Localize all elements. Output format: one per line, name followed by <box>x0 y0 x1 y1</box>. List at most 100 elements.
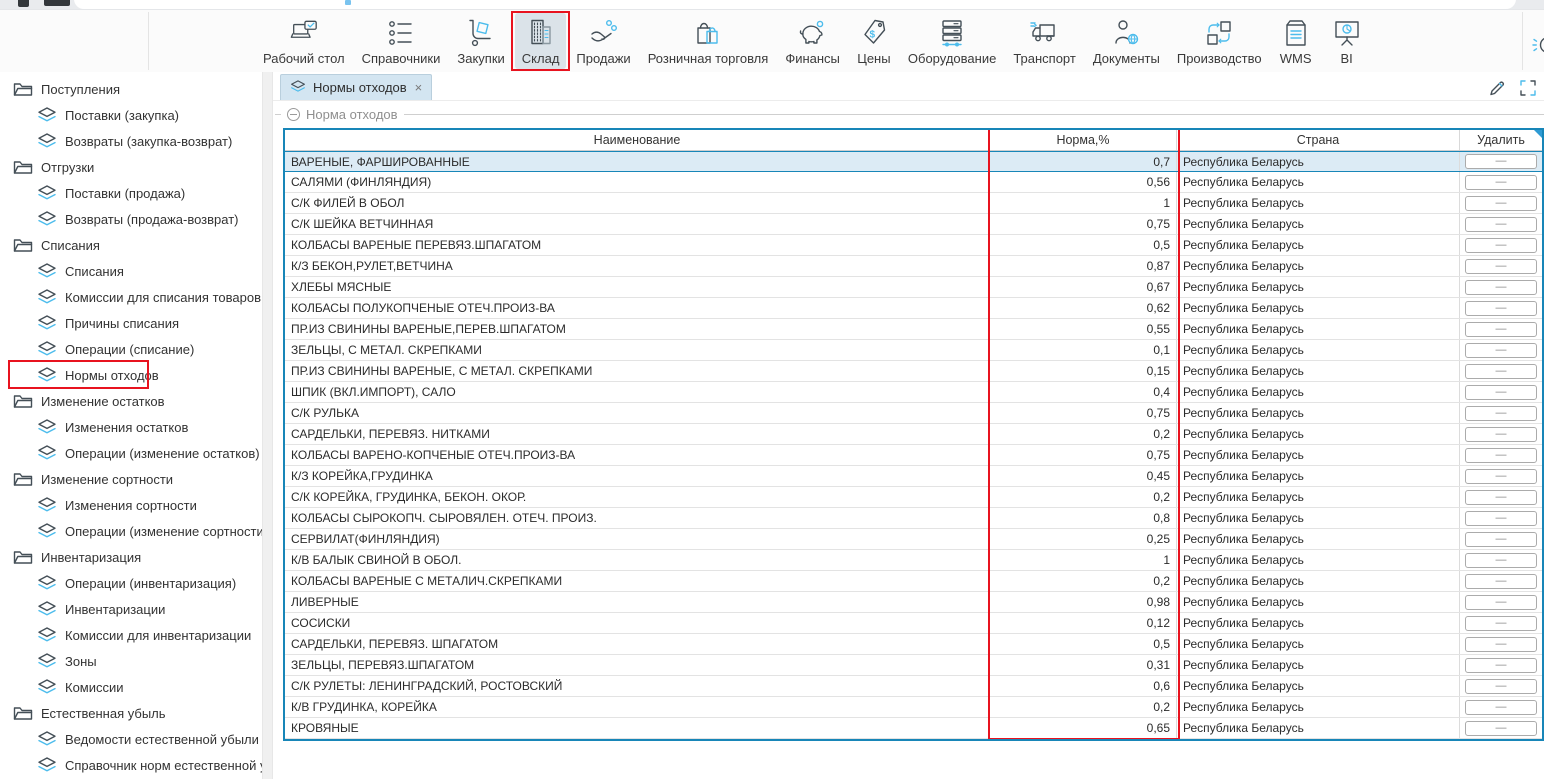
sidebar-item[interactable]: Отгрузки <box>0 154 262 180</box>
sidebar-item[interactable]: Ведомости естественной убыли <box>0 726 262 752</box>
table-row[interactable]: ХЛЕБЫ МЯСНЫЕ 0,67 Республика Беларусь — <box>285 277 1542 298</box>
sidebar-item[interactable]: Зоны <box>0 648 262 674</box>
table-row[interactable]: С/К ФИЛЕЙ В ОБОЛ 1 Республика Беларусь — <box>285 193 1542 214</box>
table-row[interactable]: С/К КОРЕЙКА, ГРУДИНКА, БЕКОН. ОКОР. 0,2 … <box>285 487 1542 508</box>
table-row[interactable]: САРДЕЛЬКИ, ПЕРЕВЯЗ. ШПАГАТОМ 0,5 Республ… <box>285 634 1542 655</box>
column-header-name[interactable]: Наименование <box>285 130 990 150</box>
sidebar-item[interactable]: Причины списания <box>0 310 262 336</box>
table-row[interactable]: С/К РУЛЬКА 0,75 Республика Беларусь — <box>285 403 1542 424</box>
table-row[interactable]: К/З БЕКОН,РУЛЕТ,ВЕТЧИНА 0,87 Республика … <box>285 256 1542 277</box>
toolbar-item-references[interactable]: Справочники <box>355 13 448 69</box>
table-row[interactable]: ЗЕЛЬЦЫ, С МЕТАЛ. СКРЕПКАМИ 0,1 Республик… <box>285 340 1542 361</box>
sidebar-item[interactable]: Изменение остатков <box>0 388 262 414</box>
fullscreen-expand-icon[interactable] <box>1519 79 1537 102</box>
tab-waste-norms[interactable]: Нормы отходов × <box>280 74 432 100</box>
table-row[interactable]: КОЛБАСЫ ВАРЕНО-КОПЧЕНЫЕ ОТЕЧ.ПРОИЗ-ВА 0,… <box>285 445 1542 466</box>
delete-row-button[interactable]: — <box>1465 721 1537 736</box>
sidebar-item[interactable]: Поступления <box>0 76 262 102</box>
sidebar-splitter[interactable] <box>262 72 273 779</box>
delete-row-button[interactable]: — <box>1465 196 1537 211</box>
column-header-norm[interactable]: Норма,% <box>990 130 1177 150</box>
toolbar-edge-button[interactable] <box>1531 32 1544 60</box>
delete-row-button[interactable]: — <box>1465 427 1537 442</box>
sidebar-item[interactable]: Инвентаризация <box>0 544 262 570</box>
sidebar-item[interactable]: Поставки (продажа) <box>0 180 262 206</box>
toolbar-item-warehouse[interactable]: Склад <box>515 13 567 69</box>
table-row[interactable]: К/В ГРУДИНКА, КОРЕЙКА 0,2 Республика Бел… <box>285 697 1542 718</box>
delete-row-button[interactable]: — <box>1465 343 1537 358</box>
sidebar-item[interactable]: Комиссии для инвентаризации <box>0 622 262 648</box>
delete-row-button[interactable]: — <box>1465 511 1537 526</box>
sidebar-item[interactable]: Естественная убыль <box>0 700 262 726</box>
delete-row-button[interactable]: — <box>1465 595 1537 610</box>
table-row[interactable]: ШПИК (ВКЛ.ИМПОРТ), САЛО 0,4 Республика Б… <box>285 382 1542 403</box>
table-row[interactable]: КОЛБАСЫ ПОЛУКОПЧЕНЫЕ ОТЕЧ.ПРОИЗ-ВА 0,62 … <box>285 298 1542 319</box>
sidebar-item[interactable]: Инвентаризации <box>0 596 262 622</box>
sidebar-item[interactable]: Изменение сортности <box>0 466 262 492</box>
table-row[interactable]: СЕРВИЛАТ(ФИНЛЯНДИЯ) 0,25 Республика Бела… <box>285 529 1542 550</box>
table-row[interactable]: СОСИСКИ 0,12 Республика Беларусь — <box>285 613 1542 634</box>
table-row[interactable]: ВАРЕНЫЕ, ФАРШИРОВАННЫЕ 0,7 Республика Бе… <box>285 151 1542 172</box>
sidebar-item[interactable]: Операции (изменение сортности) <box>0 518 262 544</box>
toolbar-item-sales[interactable]: Продажи <box>569 13 637 69</box>
delete-row-button[interactable]: — <box>1465 406 1537 421</box>
edit-pencil-icon[interactable] <box>1488 79 1506 102</box>
toolbar-item-retail[interactable]: Розничная торговля <box>641 13 776 69</box>
delete-row-button[interactable]: — <box>1465 448 1537 463</box>
table-row[interactable]: К/В БАЛЫК СВИНОЙ В ОБОЛ. 1 Республика Бе… <box>285 550 1542 571</box>
delete-row-button[interactable]: — <box>1465 280 1537 295</box>
delete-row-button[interactable]: — <box>1465 385 1537 400</box>
toolbar-item-desktop[interactable]: Рабочий стол <box>256 13 352 69</box>
toolbar-item-bi[interactable]: BI <box>1323 13 1371 69</box>
column-header-delete[interactable]: Удалить <box>1460 130 1542 150</box>
sidebar-item[interactable]: Изменения остатков <box>0 414 262 440</box>
table-row[interactable]: ЗЕЛЬЦЫ, ПЕРЕВЯЗ.ШПАГАТОМ 0,31 Республика… <box>285 655 1542 676</box>
sidebar-item[interactable]: Операции (изменение остатков) <box>0 440 262 466</box>
delete-row-button[interactable]: — <box>1465 469 1537 484</box>
toolbar-item-finance[interactable]: Финансы <box>778 13 847 69</box>
sidebar-item[interactable]: Справочник норм естественной убыли <box>0 752 262 778</box>
sidebar-item[interactable]: Возвраты (продажа-возврат) <box>0 206 262 232</box>
toolbar-item-prices[interactable]: $ Цены <box>850 13 898 69</box>
table-row[interactable]: КОЛБАСЫ ВАРЕНЫЕ С МЕТАЛИЧ.СКРЕПКАМИ 0,2 … <box>285 571 1542 592</box>
toolbar-item-transport[interactable]: Транспорт <box>1006 13 1083 69</box>
delete-row-button[interactable]: — <box>1465 490 1537 505</box>
sidebar-item[interactable]: Возвраты (закупка-возврат) <box>0 128 262 154</box>
toolbar-item-equipment[interactable]: Оборудование <box>901 13 1003 69</box>
table-row[interactable]: КОЛБАСЫ ВАРЕНЫЕ ПЕРЕВЯЗ.ШПАГАТОМ 0,5 Рес… <box>285 235 1542 256</box>
delete-row-button[interactable]: — <box>1465 700 1537 715</box>
column-header-country[interactable]: Страна <box>1177 130 1460 150</box>
delete-row-button[interactable]: — <box>1465 574 1537 589</box>
delete-row-button[interactable]: — <box>1465 616 1537 631</box>
delete-row-button[interactable]: — <box>1465 259 1537 274</box>
delete-row-button[interactable]: — <box>1465 217 1537 232</box>
sidebar-item[interactable]: Операции (списание) <box>0 336 262 362</box>
delete-row-button[interactable]: — <box>1465 322 1537 337</box>
sidebar-item[interactable]: Изменения сортности <box>0 492 262 518</box>
delete-row-button[interactable]: — <box>1465 679 1537 694</box>
toolbar-item-wms[interactable]: WMS <box>1272 13 1320 69</box>
delete-row-button[interactable]: — <box>1465 238 1537 253</box>
collapse-icon[interactable] <box>287 108 300 121</box>
sidebar-item[interactable]: Комиссии <box>0 674 262 700</box>
sidebar-item[interactable]: Списания <box>0 232 262 258</box>
table-row[interactable]: САРДЕЛЬКИ, ПЕРЕВЯЗ. НИТКАМИ 0,2 Республи… <box>285 424 1542 445</box>
tab-close-icon[interactable]: × <box>415 80 423 95</box>
table-row[interactable]: ЛИВЕРНЫЕ 0,98 Республика Беларусь — <box>285 592 1542 613</box>
table-row[interactable]: ПР.ИЗ СВИНИНЫ ВАРЕНЫЕ,ПЕРЕВ.ШПАГАТОМ 0,5… <box>285 319 1542 340</box>
toolbar-item-documents[interactable]: Документы <box>1086 13 1167 69</box>
delete-row-button[interactable]: — <box>1465 301 1537 316</box>
delete-row-button[interactable]: — <box>1465 637 1537 652</box>
sidebar-item[interactable]: Комиссии для списания товаров <box>0 284 262 310</box>
delete-row-button[interactable]: — <box>1465 154 1537 169</box>
table-row[interactable]: ПР.ИЗ СВИНИНЫ ВАРЕНЫЕ, С МЕТАЛ. СКРЕПКАМ… <box>285 361 1542 382</box>
table-row[interactable]: С/К РУЛЕТЫ: ЛЕНИНГРАДСКИЙ, РОСТОВСКИЙ 0,… <box>285 676 1542 697</box>
delete-row-button[interactable]: — <box>1465 532 1537 547</box>
toolbar-item-purchases[interactable]: Закупки <box>450 13 511 69</box>
sidebar-item[interactable]: Нормы отходов <box>0 362 262 388</box>
table-row[interactable]: К/З КОРЕЙКА,ГРУДИНКА 0,45 Республика Бел… <box>285 466 1542 487</box>
table-row[interactable]: САЛЯМИ (ФИНЛЯНДИЯ) 0,56 Республика Белар… <box>285 172 1542 193</box>
delete-row-button[interactable]: — <box>1465 175 1537 190</box>
delete-row-button[interactable]: — <box>1465 553 1537 568</box>
delete-row-button[interactable]: — <box>1465 364 1537 379</box>
